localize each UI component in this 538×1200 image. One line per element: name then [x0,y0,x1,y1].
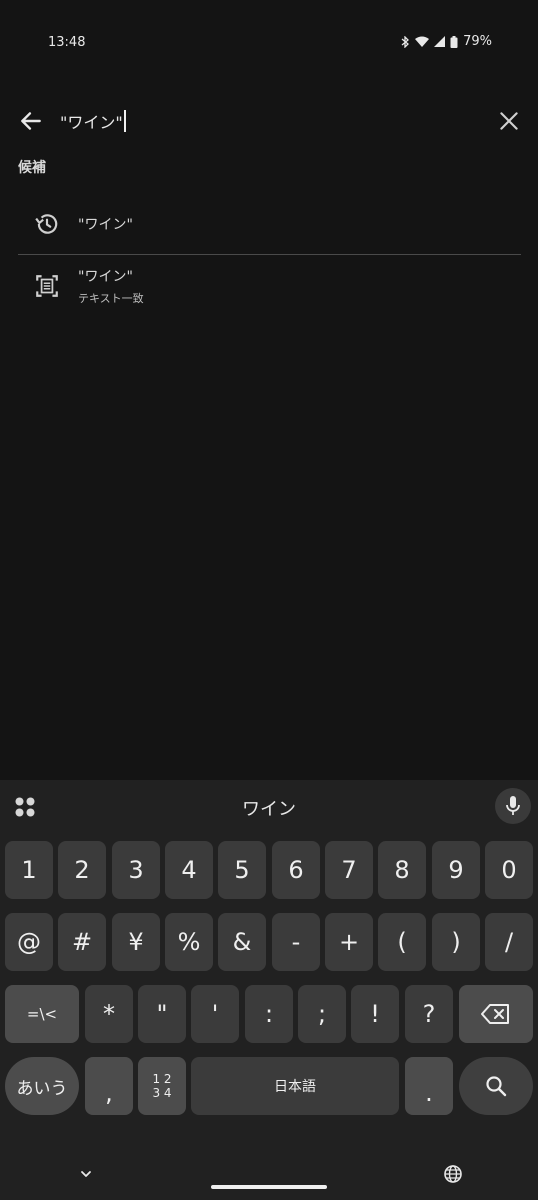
key-numbers[interactable]: 1 2 3 4 [138,1057,186,1115]
globe-icon[interactable] [443,1164,463,1184]
suggestions-heading: 候補 [18,160,46,176]
history-icon [35,214,58,234]
key-7[interactable]: 7 [325,841,373,899]
signal-icon [434,36,446,47]
status-icons: 79% [401,34,492,49]
backspace-button[interactable] [459,985,533,1043]
key-ampersand[interactable]: & [218,913,266,971]
key-0[interactable]: 0 [485,841,533,899]
key-9[interactable]: 9 [432,841,480,899]
wifi-icon [415,36,430,47]
battery-icon [450,35,458,48]
bluetooth-icon [401,35,410,48]
suggestion-subtitle: テキスト一致 [78,292,144,305]
key-question[interactable]: ? [405,985,453,1043]
text-cursor [123,110,126,132]
close-icon[interactable] [496,108,522,134]
key-plus[interactable]: + [325,913,373,971]
key-8[interactable]: 8 [378,841,426,899]
key-period[interactable]: . [405,1057,453,1115]
battery-percent: 79% [463,34,492,49]
status-time: 13:48 [48,35,86,50]
search-query-text: "ワイン" [60,113,123,132]
key-4[interactable]: 4 [165,841,213,899]
num-key-bottom: 3 4 [152,1086,172,1100]
key-slash[interactable]: / [485,913,533,971]
space-key[interactable]: 日本語 [191,1057,399,1115]
key-asterisk[interactable]: * [85,985,133,1043]
candidate-word[interactable]: ワイン [0,795,538,821]
key-3[interactable]: 3 [112,841,160,899]
key-colon[interactable]: : [245,985,293,1043]
key-yen[interactable]: ¥ [112,913,160,971]
num-key-top: 1 2 [152,1072,172,1086]
divider [18,254,521,255]
backspace-icon [481,1004,509,1024]
key-close-paren[interactable]: ) [432,913,480,971]
key-at[interactable]: @ [5,913,53,971]
key-comma[interactable]: , [85,1057,133,1115]
suggestion-title: "ワイン" [78,269,133,285]
key-hash[interactable]: # [58,913,106,971]
key-1[interactable]: 1 [5,841,53,899]
search-input[interactable]: "ワイン" [60,109,126,133]
key-semicolon[interactable]: ; [298,985,346,1043]
search-icon [486,1076,507,1097]
chevron-down-icon[interactable] [78,1166,94,1182]
key-minus[interactable]: - [272,913,320,971]
key-2[interactable]: 2 [58,841,106,899]
mic-button[interactable] [495,788,531,824]
mic-icon [506,796,520,815]
key-exclamation[interactable]: ! [351,985,399,1043]
key-symbols-page[interactable]: =\< [5,985,79,1043]
gesture-handle[interactable] [211,1185,327,1189]
text-scan-icon [36,275,58,297]
back-arrow-icon[interactable] [18,108,44,134]
search-key[interactable] [459,1057,533,1115]
key-open-paren[interactable]: ( [378,913,426,971]
suggestion-title: "ワイン" [78,217,133,233]
key-kana-switch[interactable]: あいう [5,1057,79,1115]
key-6[interactable]: 6 [272,841,320,899]
key-percent[interactable]: % [165,913,213,971]
key-single-quote[interactable]: ' [191,985,239,1043]
key-double-quote[interactable]: " [138,985,186,1043]
key-5[interactable]: 5 [218,841,266,899]
